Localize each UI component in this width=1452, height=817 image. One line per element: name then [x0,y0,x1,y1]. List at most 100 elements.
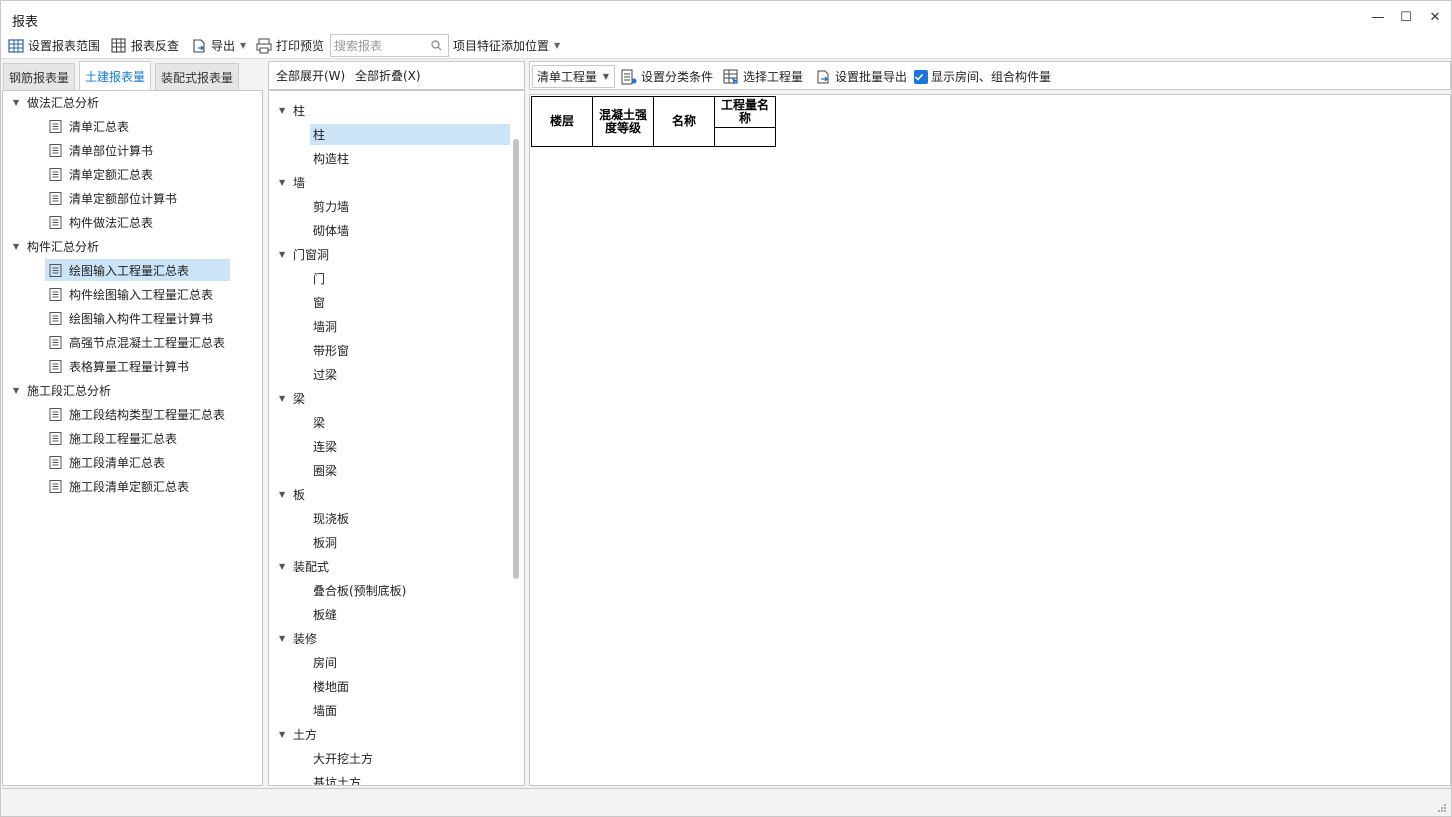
document-icon [49,311,62,325]
tree-group-column[interactable]: ▼ 柱 [279,99,305,121]
tree-item-component[interactable]: 现浇板 [310,508,349,529]
tree-group-prefab[interactable]: ▼ 装配式 [279,555,329,577]
maximize-button[interactable]: ☐ [1391,6,1421,28]
tree-item-report[interactable]: 表格算量工程量计算书 [45,355,195,377]
minimize-icon: — [1371,9,1385,25]
tree-item-component[interactable]: 板洞 [310,532,337,553]
tree-item-component[interactable]: 房间 [310,652,337,673]
tree-item-report[interactable]: 清单定额部位计算书 [45,187,183,209]
report-preview: 楼层 混凝土强度等级 名称 工程量名称 [529,94,1451,786]
tree-item-component[interactable]: 梁 [310,412,325,433]
tree-item-component[interactable]: 窗 [310,292,325,313]
tree-item-component[interactable]: 圈梁 [310,460,337,481]
tree-item-component[interactable]: 门 [310,268,325,289]
vertical-scrollbar[interactable] [513,139,519,579]
tree-item-label: 剪力墙 [313,200,350,214]
report-panel: 清单工程量 ▼ 设置分类条件 选择工程量 设置批量导出 显示房间、组合构件量 楼… [529,61,1451,786]
report-reverse-check-button[interactable]: 报表反查 [111,32,179,59]
tree-group-earthwork[interactable]: ▼ 土方 [279,723,317,745]
header-name: 名称 [653,96,715,147]
tree-item-report[interactable]: 构件做法汇总表 [45,211,159,233]
tree-group-openings[interactable]: ▼ 门窗洞 [279,243,329,265]
document-icon [49,287,62,301]
chevron-down-icon: ▼ [240,41,247,50]
tree-item-component[interactable]: 墙面 [310,700,337,721]
tree-item-report[interactable]: 绘图输入构件工程量计算书 [45,307,219,329]
tree-group-label: 做法汇总分析 [27,95,100,110]
expand-arrow-icon: ▼ [279,633,286,643]
tree-group-slab[interactable]: ▼ 板 [279,483,305,505]
batch-export-button[interactable]: 设置批量导出 [815,62,907,91]
tree-item-report[interactable]: 高强节点混凝土工程量汇总表 [45,331,231,353]
tree-item-report[interactable]: 施工段清单定额汇总表 [45,475,195,497]
tree-item-component[interactable]: 大开挖土方 [310,748,373,769]
close-button[interactable]: ✕ [1420,6,1450,28]
tree-item-component[interactable]: 板缝 [310,604,337,625]
tree-item-component[interactable]: 砌体墙 [310,220,349,241]
tree-item-report[interactable]: 施工段工程量汇总表 [45,427,183,449]
resize-grip-icon[interactable] [1437,803,1447,813]
select-table-icon [723,69,738,85]
batch-export-label: 设置批量导出 [835,70,908,84]
tree-item-report[interactable]: 构件绘图输入工程量汇总表 [45,283,219,305]
tree-item-component[interactable]: 墙洞 [310,316,337,337]
search-icon [431,40,442,51]
tree-group-decoration[interactable]: ▼ 装修 [279,627,317,649]
tree-item-report[interactable]: 清单汇总表 [45,115,135,137]
search-report-field[interactable] [330,34,449,57]
report-toolbar: 清单工程量 ▼ 设置分类条件 选择工程量 设置批量导出 显示房间、组合构件量 [529,61,1451,90]
left-panel: 钢筋报表量 土建报表量 装配式报表量 ▼ 做法汇总分析 清单汇总表 清单部位计算… [2,61,263,786]
tree-item-report-selected[interactable]: 绘图输入工程量汇总表 [45,259,230,281]
tree-group-label: 板 [293,487,306,502]
tree-item-component[interactable]: 基坑土方 [310,772,362,786]
minimize-button[interactable]: — [1363,6,1393,28]
report-table: 楼层 混凝土强度等级 名称 工程量名称 [531,96,776,147]
tree-item-component[interactable]: 过梁 [310,364,337,385]
tree-item-component[interactable]: 楼地面 [310,676,349,697]
set-report-range-button[interactable]: 设置报表范围 [8,32,100,59]
tree-item-label: 过梁 [313,368,338,382]
tree-group-beam[interactable]: ▼ 梁 [279,387,305,409]
search-report-input[interactable] [331,35,426,56]
tree-item-component[interactable]: 连梁 [310,436,337,457]
tree-item-report[interactable]: 施工段清单汇总表 [45,451,171,473]
quantity-mode-select[interactable]: 清单工程量 ▼ [532,65,615,88]
tree-item-component[interactable]: 构造柱 [310,148,349,169]
component-panel: 全部展开(W) 全部折叠(X) ▼ 柱 柱 构造柱 ▼ 墙 剪力墙 砌体墙 ▼ 门窗洞… [268,61,525,786]
tree-item-report[interactable]: 施工段结构类型工程量汇总表 [45,403,231,425]
tree-group-method-summary[interactable]: ▼ 做法汇总分析 [13,91,99,113]
tree-group-wall[interactable]: ▼ 墙 [279,171,305,193]
expand-arrow-icon: ▼ [279,729,286,739]
grid-range-icon [8,38,24,53]
tree-item-report[interactable]: 清单定额汇总表 [45,163,159,185]
expand-all-button[interactable]: 全部展开(W) [276,62,345,89]
tree-item-component[interactable]: 剪力墙 [310,196,349,217]
maximize-icon: ☐ [1400,9,1412,25]
tab-prefab-report[interactable]: 装配式报表量 [155,63,239,90]
tree-item-label: 清单汇总表 [69,119,130,134]
tree-item-report[interactable]: 清单部位计算书 [45,139,159,161]
tree-item-component[interactable]: 带形窗 [310,340,349,361]
tree-item-component-selected[interactable]: 柱 [310,124,510,145]
tree-item-label: 高强节点混凝土工程量汇总表 [69,335,226,350]
export-button[interactable]: 导出 ▼ [191,32,246,59]
set-classification-button[interactable]: 设置分类条件 [621,62,713,91]
collapse-all-button[interactable]: 全部折叠(X) [355,62,421,89]
tree-item-label: 圈梁 [313,464,338,478]
tree-group-component-summary[interactable]: ▼ 构件汇总分析 [13,235,99,257]
tree-item-label: 绘图输入构件工程量计算书 [69,311,214,326]
select-quantity-button[interactable]: 选择工程量 [723,62,803,91]
tab-rebar-report[interactable]: 钢筋报表量 [3,63,75,90]
tree-item-component[interactable]: 叠合板(预制底板) [310,580,406,601]
tree-item-label: 梁 [313,416,326,430]
tree-group-stage-summary[interactable]: ▼ 施工段汇总分析 [13,379,111,401]
show-rooms-checkbox[interactable]: 显示房间、组合构件量 [914,62,1051,91]
tree-item-label: 墙洞 [313,320,338,334]
feature-position-dropdown[interactable]: 项目特征添加位置 ▼ [453,32,560,59]
print-preview-button[interactable]: 打印预览 [256,32,324,59]
tab-civil-report[interactable]: 土建报表量 [79,61,151,90]
batch-export-icon [817,70,829,83]
tree-item-label: 大开挖土方 [313,752,374,766]
expand-arrow-icon: ▼ [13,97,20,107]
tree-item-label: 基坑土方 [313,776,362,786]
